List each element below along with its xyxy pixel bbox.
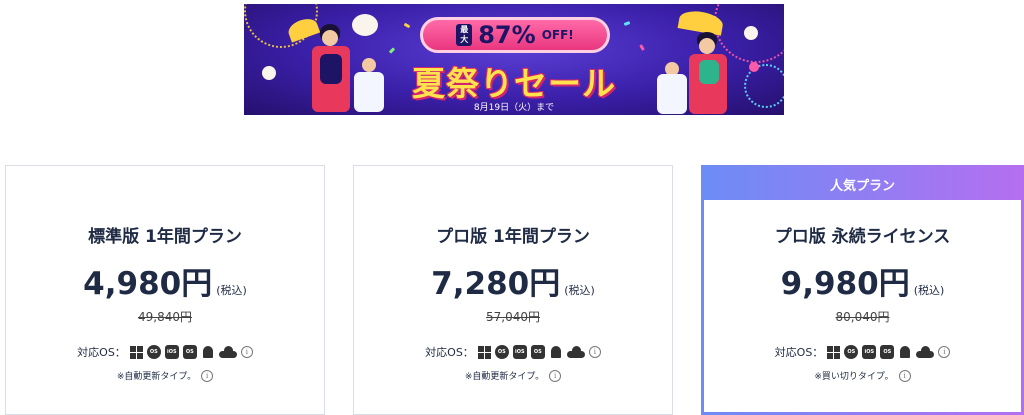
info-icon[interactable]: i (240, 346, 253, 358)
supported-os-row: 対応OS： OS iOS OS i (704, 344, 1021, 360)
plan-card-pro-perpetual[interactable]: 人気プラン プロ版 永続ライセンス 9,980円 (税込) 80,040円 対応… (701, 165, 1024, 415)
max-label: 最 大 (456, 24, 473, 46)
price-row: 9,980円 (税込) (704, 258, 1021, 303)
cloud-icon (218, 346, 237, 358)
price-row: 7,280円 (税込) (354, 258, 672, 303)
ipados-icon: OS (530, 345, 545, 359)
info-icon[interactable]: i (898, 369, 911, 382)
sale-price: 7,280円 (431, 266, 561, 302)
purchase-note-row: ※買い切りタイプ。 i (704, 369, 1021, 382)
dancer-illustration-right (649, 8, 749, 114)
os-label: 対応OS： (77, 346, 126, 359)
ipados-icon: OS (182, 345, 197, 359)
price-row: 4,980円 (税込) (6, 258, 324, 303)
discount-badge: 最 大 87% OFF! (420, 17, 610, 53)
discount-off-label: OFF! (541, 28, 574, 42)
confetti-decoration (623, 21, 631, 26)
info-icon[interactable]: i (549, 369, 562, 382)
sale-price: 4,980円 (83, 266, 213, 302)
discount-percent: 87% (478, 21, 536, 49)
cloud-icon (566, 346, 585, 358)
renewal-note-row: ※自動更新タイプ。 i (354, 369, 672, 382)
os-label: 対応OS： (425, 346, 474, 359)
info-icon[interactable]: i (938, 346, 951, 358)
cloud-icon (916, 346, 935, 358)
info-icon[interactable]: i (201, 369, 214, 382)
lantern-decoration (749, 62, 759, 72)
supported-os-row: 対応OS： OS iOS OS i (6, 344, 324, 360)
purchase-note: ※買い切りタイプ。 (814, 372, 894, 382)
sale-price: 9,980円 (780, 266, 910, 302)
ios-icon: iOS (862, 345, 877, 359)
macos-icon: OS (146, 345, 161, 359)
lantern-decoration (262, 66, 276, 80)
plan-title: 標準版 1年間プラン (88, 227, 242, 247)
windows-icon (477, 345, 491, 359)
original-price: 80,040円 (835, 310, 890, 324)
android-icon (549, 345, 563, 359)
popular-plan-badge: 人気プラン (704, 168, 1021, 200)
confetti-decoration (639, 44, 645, 51)
android-icon (201, 345, 215, 359)
plan-card-pro-annual[interactable]: プロ版 1年間プラン 7,280円 (税込) 57,040円 対応OS： OS … (353, 165, 673, 415)
tax-label: (税込) (913, 284, 945, 297)
tax-label: (税込) (564, 284, 595, 297)
original-price: 57,040円 (486, 310, 540, 324)
info-icon[interactable]: i (588, 346, 601, 358)
original-price: 49,840円 (138, 310, 192, 324)
windows-icon (827, 345, 841, 359)
ios-icon: iOS (164, 345, 179, 359)
android-icon (898, 345, 912, 359)
windows-icon (129, 345, 143, 359)
supported-os-row: 対応OS： OS iOS OS i (354, 344, 672, 360)
ipados-icon: OS (880, 345, 895, 359)
plan-title: プロ版 永続ライセンス (774, 227, 951, 247)
ios-icon: iOS (512, 345, 527, 359)
confetti-decoration (403, 22, 411, 29)
os-label: 対応OS： (774, 346, 824, 359)
plan-title: プロ版 1年間プラン (436, 227, 590, 247)
dancer-illustration-left (284, 14, 384, 114)
tax-label: (税込) (216, 284, 247, 297)
banner-date: 8月19日（火）まで (473, 103, 555, 113)
macos-icon: OS (844, 345, 859, 359)
renewal-note: ※自動更新タイプ。 (464, 372, 545, 382)
renewal-note-row: ※自動更新タイプ。 i (6, 369, 324, 382)
sale-banner[interactable]: 最 大 87% OFF! 夏祭りセール 8月19日（火）まで (244, 4, 784, 115)
macos-icon: OS (494, 345, 509, 359)
confetti-decoration (388, 47, 396, 54)
banner-title: 夏祭りセール (412, 64, 616, 103)
renewal-note: ※自動更新タイプ。 (116, 372, 197, 382)
plan-card-standard-annual[interactable]: 標準版 1年間プラン 4,980円 (税込) 49,840円 対応OS： OS … (5, 165, 325, 415)
